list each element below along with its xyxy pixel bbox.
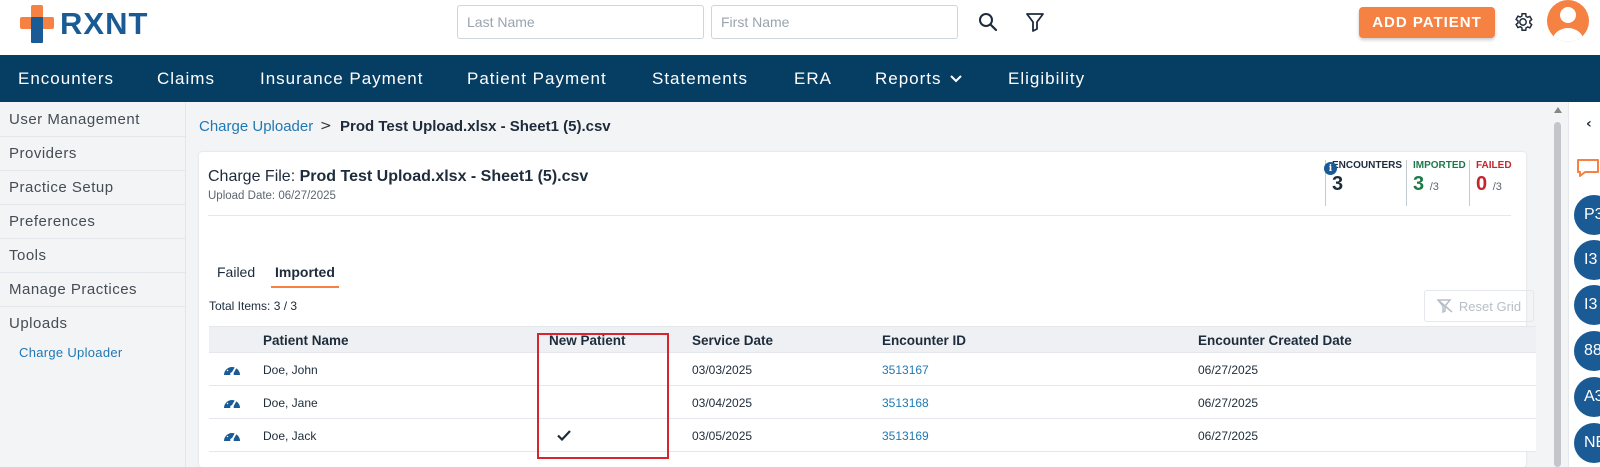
stat-imported-value: 3 [1413, 173, 1425, 195]
rxnt-cross-icon [20, 5, 54, 43]
card-divider [208, 215, 1511, 216]
cell-encounter-id-link[interactable]: 3513169 [882, 419, 929, 452]
cell-patient-name: Doe, Jack [263, 428, 317, 443]
sidebar-item-uploads[interactable]: Uploads [0, 306, 186, 341]
dashboard-gauge-icon[interactable] [222, 393, 242, 411]
nav-era[interactable]: ERA [794, 55, 832, 102]
sidebar-item-providers[interactable]: Providers [0, 136, 186, 171]
filter-icon[interactable] [1022, 9, 1048, 35]
col-service-date[interactable]: Service Date [692, 327, 773, 354]
stat-imported: IMPORTED 3 /3 [1406, 160, 1466, 206]
info-icon[interactable]: i [1324, 162, 1337, 175]
sidebar-item-preferences[interactable]: Preferences [0, 204, 186, 239]
rxnt-logo[interactable]: RXNT [20, 5, 148, 43]
stat-failed: FAILED 0 /3 [1469, 160, 1512, 206]
table-row[interactable]: Doe, Jane 03/04/2025 3513168 06/27/2025 [209, 386, 1536, 419]
table-row[interactable]: Doe, John 03/03/2025 3513167 06/27/2025 [209, 353, 1536, 386]
main-nav: Encounters Claims Insurance Payment Pati… [0, 55, 1600, 102]
settings-gear-icon[interactable] [1510, 9, 1536, 35]
scrollbar-thumb[interactable] [1554, 122, 1561, 467]
nav-insurance-payment[interactable]: Insurance Payment [260, 55, 423, 102]
sidebar-item-practice-setup[interactable]: Practice Setup [0, 170, 186, 205]
stat-imported-label: IMPORTED [1413, 160, 1466, 171]
breadcrumb-separator: > [320, 118, 332, 134]
dashboard-gauge-icon[interactable] [222, 426, 242, 444]
nav-encounters[interactable]: Encounters [18, 55, 114, 102]
reset-grid-button[interactable]: Reset Grid [1424, 290, 1534, 322]
settings-sidebar: User Management Providers Practice Setup… [0, 102, 186, 467]
logo-text: RXNT [60, 6, 149, 41]
cell-service-date: 03/04/2025 [692, 395, 753, 410]
top-header: RXNT ADD PATIENT [0, 0, 1600, 55]
upload-date: Upload Date: 06/27/2025 [208, 190, 336, 202]
cell-patient-name: Doe, Jane [263, 395, 318, 410]
stat-encounters-value: 3 [1332, 173, 1344, 195]
nav-claims[interactable]: Claims [157, 55, 215, 102]
new-patient-column-highlight [537, 333, 669, 459]
nav-reports[interactable]: Reports [875, 55, 942, 102]
sidebar-item-manage-practices[interactable]: Manage Practices [0, 272, 186, 307]
chat-bubble-icon[interactable] [1576, 158, 1600, 182]
stat-failed-denominator: /3 [1492, 181, 1502, 193]
tab-imported[interactable]: Imported [271, 264, 339, 288]
col-patient-name[interactable]: Patient Name [263, 327, 349, 354]
charge-file-label: Charge File: [208, 168, 296, 185]
dashboard-gauge-icon[interactable] [222, 360, 242, 378]
sidebar-item-user-management[interactable]: User Management [0, 102, 186, 137]
collapse-chevron-left-icon[interactable]: ‹ [1586, 116, 1592, 132]
table-row[interactable]: Doe, Jack 03/05/2025 3513169 06/27/2025 [209, 419, 1536, 452]
add-patient-button[interactable]: ADD PATIENT [1359, 7, 1495, 38]
cell-service-date: 03/03/2025 [692, 362, 753, 377]
tab-failed[interactable]: Failed [217, 264, 255, 286]
cell-encounter-id-link[interactable]: 3513167 [882, 353, 929, 386]
cell-service-date: 03/05/2025 [692, 428, 753, 443]
first-name-input[interactable] [711, 5, 958, 39]
nav-patient-payment[interactable]: Patient Payment [467, 55, 607, 102]
charge-file-name: Prod Test Upload.xlsx - Sheet1 (5).csv [299, 168, 589, 185]
user-silhouette-icon [1552, 7, 1584, 42]
user-avatar[interactable] [1547, 0, 1589, 42]
stat-imported-denominator: /3 [1429, 181, 1439, 193]
stat-failed-value: 0 [1476, 173, 1488, 195]
last-name-input[interactable] [457, 5, 704, 39]
cell-created-date: 06/27/2025 [1198, 428, 1259, 443]
col-encounter-created-date[interactable]: Encounter Created Date [1198, 327, 1352, 354]
sidebar-subitem-charge-uploader[interactable]: Charge Uploader [19, 345, 123, 360]
sidebar-item-tools[interactable]: Tools [0, 238, 186, 273]
charge-file-card: Charge File: Prod Test Upload.xlsx - She… [199, 152, 1536, 467]
nav-eligibility[interactable]: Eligibility [1008, 55, 1085, 102]
col-encounter-id[interactable]: Encounter ID [882, 327, 966, 354]
scroll-up-arrow-icon[interactable] [1554, 107, 1562, 113]
breadcrumb-current-file: Prod Test Upload.xlsx - Sheet1 (5).csv [340, 118, 611, 135]
cell-encounter-id-link[interactable]: 3513168 [882, 386, 929, 419]
filter-clear-icon [1436, 299, 1453, 313]
reports-chevron-down-icon[interactable] [950, 55, 962, 102]
stat-failed-label: FAILED [1476, 160, 1512, 171]
stat-encounters-label: ENCOUNTERS [1332, 160, 1403, 171]
nav-statements[interactable]: Statements [652, 55, 748, 102]
grid-header: Patient Name New Patient Service Date En… [209, 326, 1536, 353]
reset-grid-label: Reset Grid [1458, 298, 1522, 314]
cell-created-date: 06/27/2025 [1198, 362, 1259, 377]
total-items: Total Items: 3 / 3 [209, 299, 298, 313]
breadcrumb-charge-uploader[interactable]: Charge Uploader [199, 118, 313, 135]
charge-file-title: Charge File: Prod Test Upload.xlsx - She… [208, 168, 588, 186]
cell-patient-name: Doe, John [263, 362, 318, 377]
cell-created-date: 06/27/2025 [1198, 395, 1259, 410]
search-icon[interactable] [975, 9, 1001, 35]
